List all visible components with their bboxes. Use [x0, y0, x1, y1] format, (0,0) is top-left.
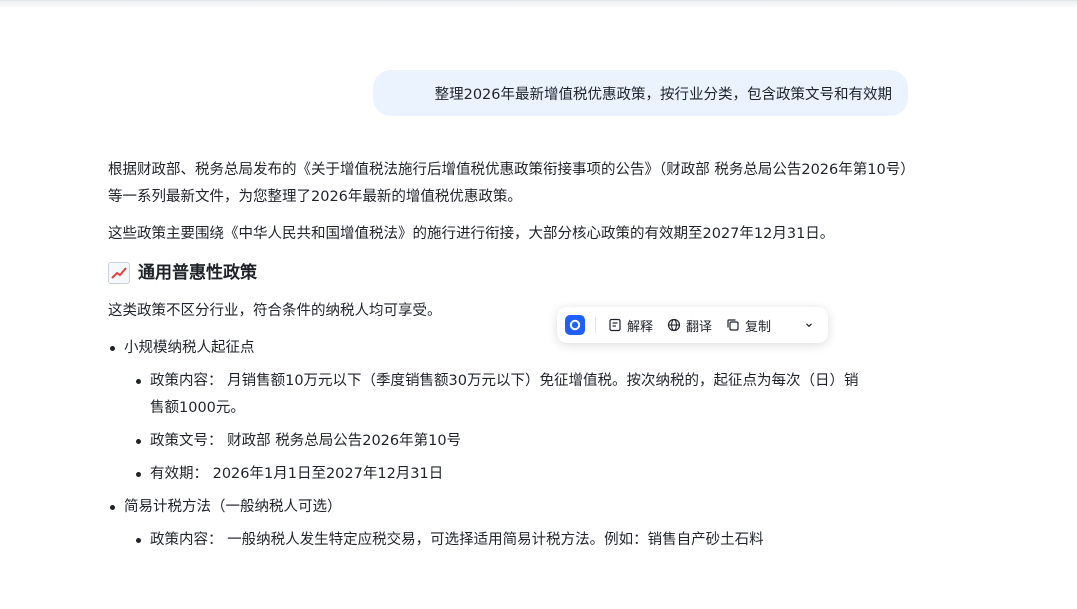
copy-button[interactable]: 复制 — [726, 316, 771, 335]
policy-detail-list: 政策内容： 月销售额10万元以下（季度销售额30万元以下）免征增值税。按次纳税的… — [124, 368, 908, 488]
policy-label: 简易计税方法（一般纳税人可选） — [124, 499, 342, 515]
copy-icon — [726, 318, 740, 332]
section-heading: 通用普惠性政策 — [108, 256, 908, 290]
translate-button[interactable]: 翻译 — [667, 316, 712, 335]
globe-icon — [667, 318, 681, 332]
toolbar-divider — [595, 317, 596, 333]
list-item: 政策内容： 一般纳税人发生特定应税交易，可选择适用简易计税方法。例如：销售自产砂… — [124, 527, 870, 554]
assistant-logo-icon[interactable] — [565, 315, 585, 335]
user-message-text: 整理2026年最新增值税优惠政策，按行业分类，包含政策文号和有效期 — [434, 86, 892, 103]
list-item: 有效期： 2026年1月1日至2027年12月31日 — [124, 461, 870, 488]
section-title: 通用普惠性政策 — [138, 262, 257, 283]
selection-toolbar: 解释 翻译 复制 — [557, 307, 828, 343]
user-message-bubble: 整理2026年最新增值税优惠政策，按行业分类，包含政策文号和有效期 — [373, 70, 908, 116]
copy-label: 复制 — [745, 319, 772, 335]
explain-label: 解释 — [627, 319, 654, 335]
top-bar — [0, 0, 1077, 9]
intro-paragraph: 根据财政部、税务总局发布的《关于增值税法施行后增值税优惠政策衔接事项的公告》（财… — [108, 162, 908, 205]
explain-icon — [608, 318, 622, 332]
policy-list: 小规模纳税人起征点 政策内容： 月销售额10万元以下（季度销售额30万元以下）免… — [108, 335, 908, 554]
list-item: 简易计税方法（一般纳税人可选） 政策内容： 一般纳税人发生特定应税交易，可选择适… — [108, 494, 908, 554]
policy-detail-list: 政策内容： 一般纳税人发生特定应税交易，可选择适用简易计税方法。例如：销售自产砂… — [124, 527, 908, 554]
list-item: 政策文号： 财政部 税务总局公告2026年第10号 — [124, 428, 870, 455]
chevron-down-icon[interactable] — [804, 320, 814, 330]
list-item: 小规模纳税人起征点 政策内容： 月销售额10万元以下（季度销售额30万元以下）免… — [108, 335, 908, 488]
explain-button[interactable]: 解释 — [608, 316, 653, 335]
summary-paragraph: 这些政策主要围绕《中华人民共和国增值税法》的施行进行衔接，大部分核心政策的有效期… — [108, 226, 835, 242]
translate-label: 翻译 — [686, 319, 713, 335]
policy-label: 小规模纳税人起征点 — [124, 340, 255, 356]
assistant-answer: 根据财政部、税务总局发布的《关于增值税法施行后增值税优惠政策衔接事项的公告》（财… — [108, 157, 908, 560]
list-item: 政策内容： 月销售额10万元以下（季度销售额30万元以下）免征增值税。按次纳税的… — [124, 368, 870, 422]
chart-increasing-icon — [108, 262, 130, 284]
